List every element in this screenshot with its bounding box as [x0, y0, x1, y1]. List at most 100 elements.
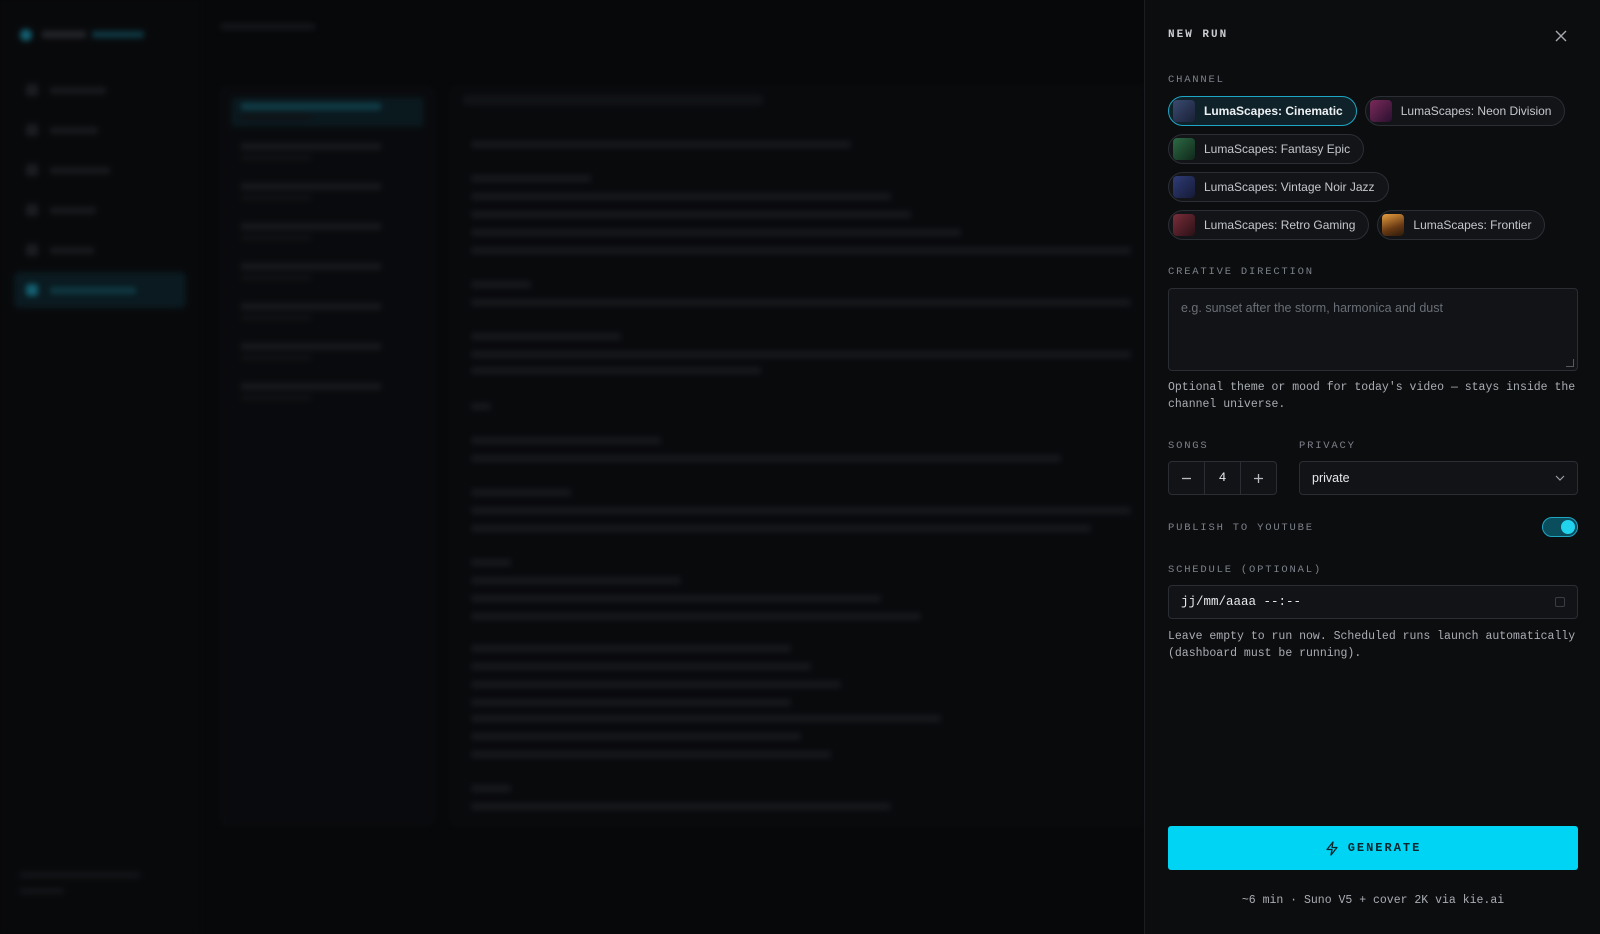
bg-editor-line: [471, 663, 811, 670]
songs-label: SONGS: [1168, 440, 1209, 452]
bg-editor-line: [471, 699, 791, 706]
channel-chip-label: LumaScapes: Vintage Noir Jazz: [1204, 180, 1375, 194]
bg-editor-line: [471, 507, 1131, 514]
toggle-knob: [1561, 520, 1575, 534]
bg-list-item: [231, 297, 424, 327]
privacy-select[interactable]: private: [1299, 461, 1578, 495]
lightning-icon: [1326, 840, 1338, 856]
channel-label: CHANNEL: [1168, 74, 1225, 86]
bg-nav-item: [14, 112, 186, 148]
bg-editor-line: [471, 351, 1131, 358]
panel-title: NEW RUN: [1168, 29, 1229, 41]
bg-editor-line: [471, 437, 661, 444]
channel-chip-cinematic[interactable]: LumaScapes: Cinematic: [1168, 96, 1357, 126]
channel-thumbnail: [1173, 138, 1195, 160]
bg-logo: [20, 28, 144, 42]
minus-icon: [1182, 477, 1191, 479]
generate-footnote: ~6 min · Suno V5 + cover 2K via kie.ai: [1241, 894, 1505, 907]
channel-thumbnail: [1173, 214, 1195, 236]
channel-chip-retro-gaming[interactable]: LumaScapes: Retro Gaming: [1168, 210, 1370, 240]
publish-toggle[interactable]: [1542, 517, 1578, 537]
bg-list-item: [231, 377, 424, 407]
bg-nav-item: [14, 192, 186, 228]
channel-chip-fantasy-epic[interactable]: LumaScapes: Fantasy Epic: [1168, 134, 1365, 164]
bg-nav: [14, 72, 186, 312]
songs-increment-button[interactable]: [1241, 462, 1276, 494]
bg-editor-line: [471, 211, 911, 218]
bg-editor-line: [471, 175, 591, 182]
bg-list-item: [231, 137, 424, 167]
close-icon: [1555, 30, 1567, 42]
channel-chip-label: LumaScapes: Cinematic: [1204, 104, 1343, 118]
channel-thumbnail: [1382, 214, 1405, 236]
bg-editor-line: [471, 733, 801, 740]
bg-editor-line: [471, 559, 511, 566]
generate-button[interactable]: GENERATE: [1168, 826, 1578, 870]
calendar-icon[interactable]: [1555, 597, 1565, 607]
bg-channel-list: [220, 86, 435, 826]
bg-editor-tabs: [463, 95, 763, 105]
creative-direction-help: Optional theme or mood for today's video…: [1168, 381, 1576, 411]
bg-logo-icon: [20, 29, 32, 41]
songs-decrement-button[interactable]: [1169, 462, 1204, 494]
channel-chip-label: LumaScapes: Fantasy Epic: [1204, 142, 1351, 156]
creative-direction-box: [1168, 288, 1578, 371]
bg-editor-line: [471, 595, 881, 602]
bg-editor-line: [471, 247, 1131, 254]
bg-nav-item: [14, 152, 186, 188]
bg-editor-line: [471, 751, 831, 758]
bg-list-item: [231, 257, 424, 287]
songs-value[interactable]: 4: [1204, 462, 1241, 494]
bg-editor-line: [471, 333, 621, 340]
channel-chip-label: LumaScapes: Retro Gaming: [1204, 218, 1356, 232]
bg-logo-text: [42, 28, 144, 42]
resize-grip-icon[interactable]: [1566, 359, 1574, 367]
bg-editor-line: [471, 489, 571, 496]
creative-direction-input[interactable]: [1181, 301, 1565, 358]
bg-editor-line: [471, 525, 1091, 532]
bg-editor-line: [471, 785, 511, 792]
bg-editor-line: [471, 803, 891, 810]
bg-editor-line: [471, 455, 1061, 462]
bg-list-item: [231, 177, 424, 207]
creative-direction-label: CREATIVE DIRECTION: [1168, 266, 1314, 278]
schedule-input[interactable]: jj/mm/aaaa --:--: [1168, 585, 1578, 619]
privacy-label: PRIVACY: [1299, 440, 1356, 452]
schedule-value: jj/mm/aaaa --:--: [1181, 595, 1302, 609]
channel-chip-neon-division[interactable]: LumaScapes: Neon Division: [1364, 96, 1566, 126]
bg-editor-line: [471, 367, 761, 374]
generate-label: GENERATE: [1347, 841, 1422, 855]
privacy-value: private: [1312, 471, 1350, 485]
bg-editor-line: [471, 613, 921, 620]
schedule-help: Leave empty to run now. Scheduled runs l…: [1168, 630, 1576, 660]
close-button[interactable]: [1551, 26, 1571, 46]
background-app: [0, 0, 1144, 934]
bg-list-item: [231, 217, 424, 247]
bg-prompt-editor: [450, 86, 1144, 826]
bg-editor-line: [471, 281, 531, 288]
bg-editor-line: [471, 193, 891, 200]
plus-icon: [1254, 473, 1263, 483]
channel-chip-vintage-noir-jazz[interactable]: LumaScapes: Vintage Noir Jazz: [1168, 172, 1389, 202]
bg-sidebar-footer: [20, 872, 140, 894]
bg-breadcrumb: [220, 22, 315, 34]
bg-editor-line: [471, 681, 841, 688]
bg-editor-line: [471, 403, 491, 410]
bg-editor-line: [471, 229, 961, 236]
channel-thumbnail: [1369, 100, 1392, 122]
bg-sidebar: [0, 0, 200, 934]
channel-chip-label: LumaScapes: Frontier: [1413, 218, 1532, 232]
new-run-panel: NEW RUN CHANNEL LumaScapes: Cinematic Lu…: [1144, 0, 1600, 934]
bg-nav-item-active: [14, 272, 186, 308]
channel-thumbnail: [1173, 100, 1195, 122]
bg-nav-item: [14, 232, 186, 268]
schedule-label: SCHEDULE (OPTIONAL): [1168, 564, 1322, 576]
bg-editor-line: [471, 577, 681, 584]
bg-editor-line: [471, 715, 941, 722]
chevron-down-icon: [1555, 475, 1565, 481]
bg-editor-line: [471, 299, 1131, 306]
bg-nav-item: [14, 72, 186, 108]
channel-chip-frontier[interactable]: LumaScapes: Frontier: [1377, 210, 1546, 240]
bg-list-item: [231, 97, 424, 127]
channel-chip-label: LumaScapes: Neon Division: [1400, 104, 1552, 118]
